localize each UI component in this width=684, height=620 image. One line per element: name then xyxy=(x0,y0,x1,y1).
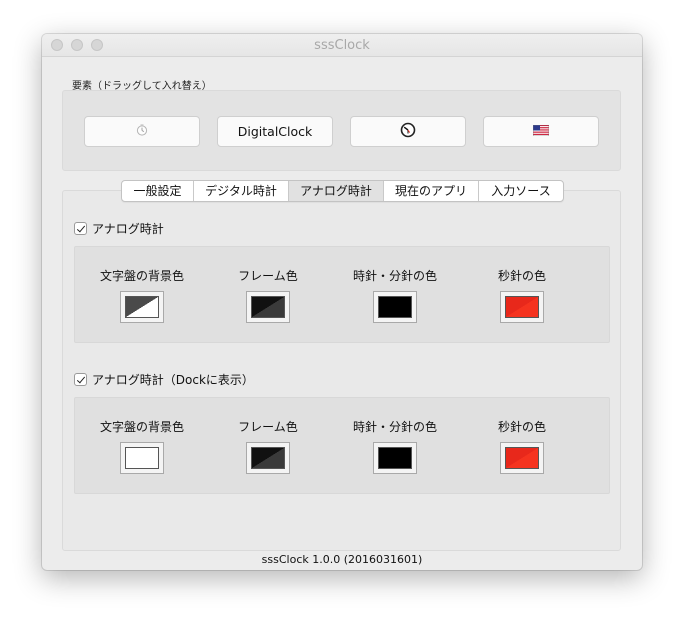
frame-color: フレーム色 xyxy=(205,268,331,323)
digital-clock-label: DigitalClock xyxy=(237,124,313,139)
version-label: sssClock 1.0.0 (2016031601) xyxy=(261,553,423,566)
title-bar: sssClock xyxy=(42,34,642,57)
color-well[interactable] xyxy=(120,442,164,474)
color-swatch xyxy=(378,296,412,318)
analog-clock-dock-colors: 文字盤の背景色 フレーム色 時針・分針の色 秒針の色 xyxy=(74,397,610,494)
color-swatch xyxy=(505,447,539,469)
tab-general[interactable]: 一般設定 xyxy=(122,181,194,201)
elements-reorder-area: DigitalClock xyxy=(62,90,621,171)
element-digital-clock[interactable]: DigitalClock xyxy=(217,116,333,147)
analog-clock-icon xyxy=(400,122,416,141)
color-swatch xyxy=(251,447,285,469)
hour-minute-hand-color: 時針・分針の色 xyxy=(332,268,458,323)
color-label: 秒針の色 xyxy=(497,420,546,434)
analog-clock-toggle[interactable]: アナログ時計 xyxy=(74,220,164,237)
color-well[interactable] xyxy=(373,442,417,474)
window-title: sssClock xyxy=(314,38,370,53)
color-well[interactable] xyxy=(246,442,290,474)
color-well[interactable] xyxy=(373,291,417,323)
color-label: 秒針の色 xyxy=(497,269,546,283)
dial-background-color: 文字盤の背景色 xyxy=(79,268,205,323)
tab-current-app[interactable]: 現在のアプリ xyxy=(384,181,479,201)
element-small-clock[interactable] xyxy=(84,116,200,147)
color-label: フレーム色 xyxy=(238,269,298,283)
frame-color: フレーム色 xyxy=(205,419,331,474)
color-swatch xyxy=(125,447,159,469)
color-label: 時針・分針の色 xyxy=(352,420,437,434)
color-label: 文字盤の背景色 xyxy=(99,420,184,434)
small-clock-icon xyxy=(135,123,149,140)
preferences-tab-bar: 一般設定 デジタル時計 アナログ時計 現在のアプリ 入力ソース xyxy=(121,180,564,202)
analog-clock-checkbox-label: アナログ時計 xyxy=(92,222,164,236)
analog-clock-dock-checkbox[interactable] xyxy=(74,373,87,386)
color-well[interactable] xyxy=(120,291,164,323)
color-label: フレーム色 xyxy=(238,420,298,434)
color-label: 文字盤の背景色 xyxy=(99,269,184,283)
us-flag-icon xyxy=(532,124,550,139)
analog-clock-colors: 文字盤の背景色 フレーム色 時針・分針の色 秒針の色 xyxy=(74,246,610,343)
analog-clock-dock-checkbox-label: アナログ時計（Dockに表示） xyxy=(92,373,254,387)
color-label: 時針・分針の色 xyxy=(352,269,437,283)
element-analog-clock[interactable] xyxy=(350,116,466,147)
color-swatch xyxy=(378,447,412,469)
hour-minute-hand-color: 時針・分針の色 xyxy=(332,419,458,474)
analog-clock-dock-toggle[interactable]: アナログ時計（Dockに表示） xyxy=(74,371,254,388)
color-well[interactable] xyxy=(500,291,544,323)
app-window: sssClock 要素（ドラッグして入れ替え） DigitalClock 一般設… xyxy=(42,34,642,570)
color-swatch xyxy=(251,296,285,318)
tab-digital-clock[interactable]: デジタル時計 xyxy=(194,181,289,201)
tab-input-source[interactable]: 入力ソース xyxy=(479,181,563,201)
analog-clock-checkbox[interactable] xyxy=(74,222,87,235)
color-well[interactable] xyxy=(246,291,290,323)
tab-analog-clock[interactable]: アナログ時計 xyxy=(289,181,384,201)
color-swatch xyxy=(505,296,539,318)
color-swatch xyxy=(125,296,159,318)
second-hand-color: 秒針の色 xyxy=(459,268,585,323)
color-well[interactable] xyxy=(500,442,544,474)
second-hand-color: 秒針の色 xyxy=(459,419,585,474)
element-input-source[interactable] xyxy=(483,116,599,147)
dial-background-color: 文字盤の背景色 xyxy=(79,419,205,474)
